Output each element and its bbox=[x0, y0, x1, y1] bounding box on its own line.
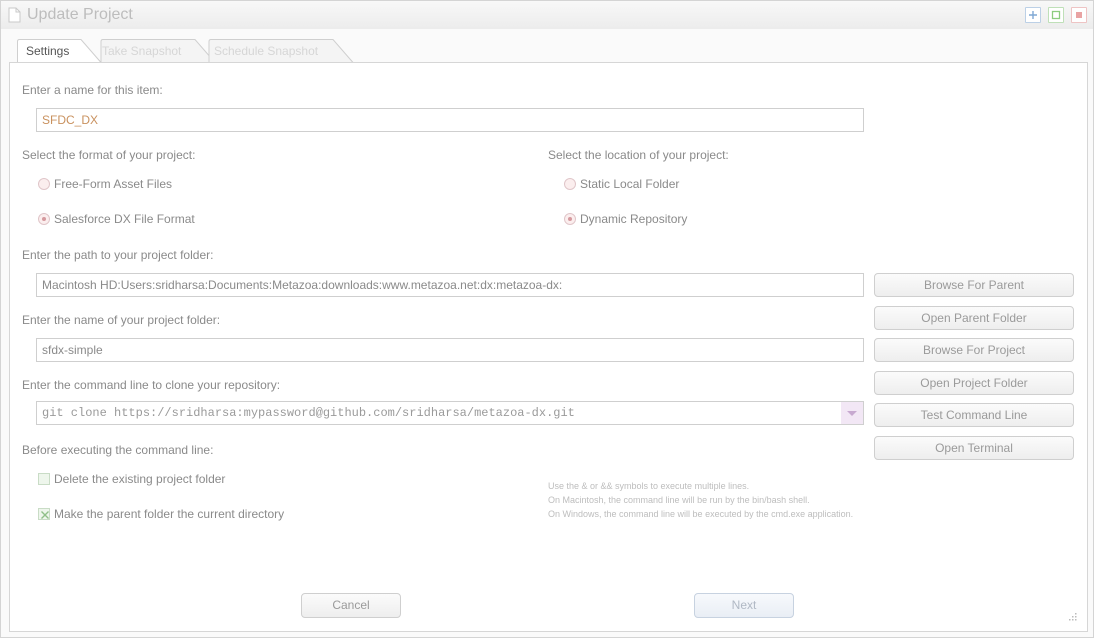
location-label: Select the location of your project: bbox=[548, 148, 729, 162]
dx-format-label: Salesforce DX File Format bbox=[54, 212, 195, 226]
path-label: Enter the path to your project folder: bbox=[22, 248, 214, 262]
dynamic-repo-label: Dynamic Repository bbox=[580, 212, 688, 226]
tab-take-snapshot[interactable]: Take Snapshot bbox=[91, 39, 217, 63]
chevron-down-icon bbox=[847, 411, 857, 416]
before-label: Before executing the command line: bbox=[22, 443, 214, 457]
browse-project-button[interactable]: Browse For Project bbox=[874, 338, 1074, 362]
free-form-radio[interactable] bbox=[38, 178, 50, 190]
tab-schedule-snapshot[interactable]: Schedule Snapshot bbox=[201, 39, 357, 63]
title-bar: Update Project bbox=[1, 1, 1093, 29]
command-dropdown-button[interactable] bbox=[841, 402, 863, 424]
free-form-label: Free-Form Asset Files bbox=[54, 177, 173, 191]
hint-line: On Windows, the command line will be exe… bbox=[548, 509, 854, 519]
check-x-icon bbox=[41, 511, 49, 519]
parent-dir-checkbox[interactable] bbox=[38, 508, 50, 520]
folder-label: Enter the name of your project folder: bbox=[22, 313, 221, 327]
dx-format-radio[interactable] bbox=[38, 213, 50, 225]
hint-line: Use the & or && symbols to execute multi… bbox=[548, 481, 750, 491]
tab-settings[interactable]: Settings bbox=[17, 39, 102, 63]
browse-parent-button[interactable]: Browse For Parent bbox=[874, 273, 1074, 297]
command-line-value: git clone https://sridharsa:mypassword@g… bbox=[42, 406, 575, 420]
tab-take-snapshot-label: Take Snapshot bbox=[102, 44, 182, 58]
maximize-window-button[interactable] bbox=[1048, 7, 1064, 23]
add-window-button[interactable] bbox=[1025, 7, 1041, 23]
window-title: Update Project bbox=[27, 6, 133, 23]
open-terminal-button[interactable]: Open Terminal bbox=[874, 436, 1074, 460]
resize-grip-icon[interactable] bbox=[1069, 613, 1077, 621]
command-line-select[interactable]: git clone https://sridharsa:mypassword@g… bbox=[36, 401, 864, 425]
open-project-folder-button[interactable]: Open Project Folder bbox=[874, 371, 1074, 395]
close-window-button[interactable] bbox=[1071, 7, 1087, 23]
hint-line: On Macintosh, the command line will be r… bbox=[548, 495, 810, 505]
delete-folder-label: Delete the existing project folder bbox=[54, 472, 226, 486]
command-label: Enter the command line to clone your rep… bbox=[22, 378, 281, 392]
parent-dir-label: Make the parent folder the current direc… bbox=[54, 507, 285, 521]
format-label: Select the format of your project: bbox=[22, 148, 196, 162]
item-name-input[interactable]: SFDC_DX bbox=[36, 108, 864, 132]
project-folder-input[interactable]: sfdx-simple bbox=[36, 338, 864, 362]
update-project-window: Update Project Settings Take Snapshot Sc… bbox=[0, 0, 1094, 638]
cancel-button[interactable]: Cancel bbox=[301, 593, 401, 618]
next-button[interactable]: Next bbox=[694, 593, 794, 618]
open-parent-folder-button[interactable]: Open Parent Folder bbox=[874, 306, 1074, 330]
test-command-line-button[interactable]: Test Command Line bbox=[874, 403, 1074, 427]
settings-panel: Enter a name for this item: SFDC_DX Sele… bbox=[9, 62, 1088, 632]
static-folder-label: Static Local Folder bbox=[580, 177, 680, 191]
project-path-input[interactable]: Macintosh HD:Users:sridharsa:Documents:M… bbox=[36, 273, 864, 297]
dynamic-repo-radio[interactable] bbox=[564, 213, 576, 225]
tab-schedule-snapshot-label: Schedule Snapshot bbox=[214, 44, 319, 58]
plus-icon bbox=[1029, 11, 1037, 19]
static-folder-radio[interactable] bbox=[564, 178, 576, 190]
delete-folder-checkbox[interactable] bbox=[38, 473, 50, 485]
command-hints: Use the & or && symbols to execute multi… bbox=[548, 481, 853, 523]
close-icon bbox=[1076, 12, 1082, 18]
tab-settings-label: Settings bbox=[26, 44, 70, 58]
square-icon bbox=[1051, 10, 1061, 20]
document-icon bbox=[8, 7, 21, 23]
name-label: Enter a name for this item: bbox=[22, 83, 163, 97]
